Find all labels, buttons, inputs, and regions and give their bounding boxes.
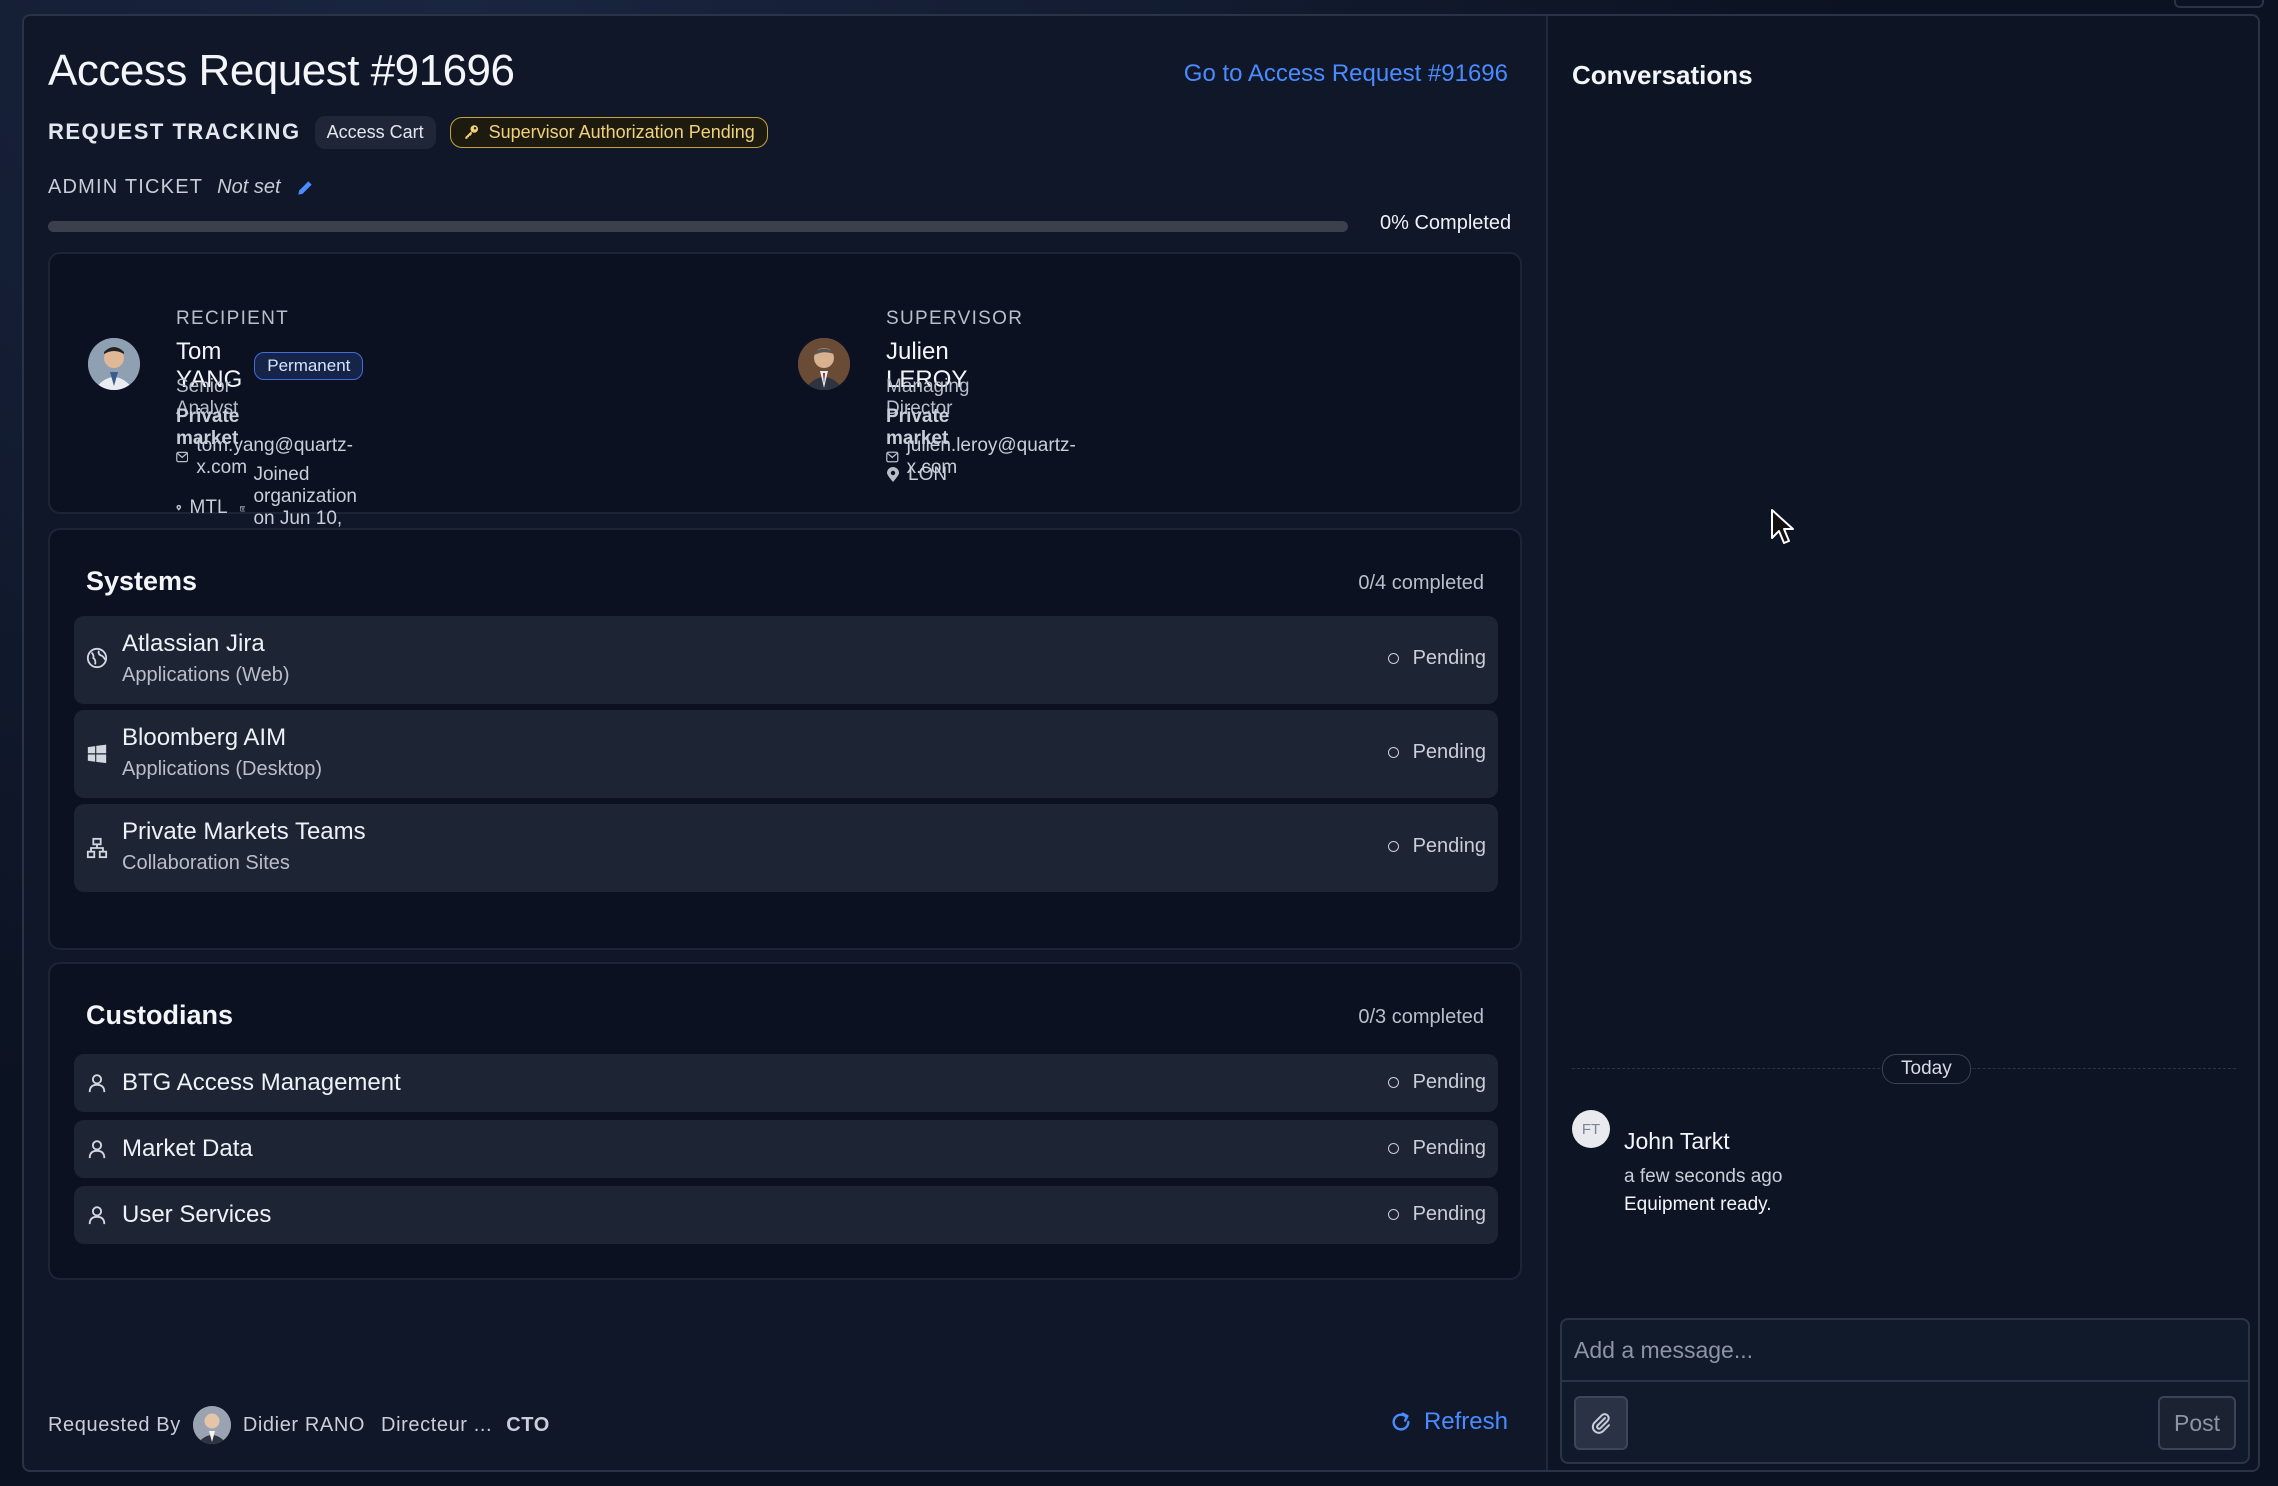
pencil-icon[interactable] bbox=[295, 178, 315, 198]
user-icon bbox=[88, 1206, 106, 1225]
requested-by-label: Requested By bbox=[48, 1413, 181, 1436]
refresh-label: Refresh bbox=[1423, 1408, 1508, 1435]
custodian-status-label: Pending bbox=[1412, 1137, 1486, 1159]
system-status-label: Pending bbox=[1412, 835, 1486, 857]
goto-request-link[interactable]: Go to Access Request #91696 bbox=[1184, 60, 1508, 88]
pending-dot-icon bbox=[1387, 1143, 1399, 1154]
location-icon bbox=[887, 467, 899, 482]
refresh-icon bbox=[1392, 1412, 1410, 1431]
windows-icon bbox=[87, 744, 107, 764]
user-icon bbox=[88, 1074, 106, 1093]
system-type: Applications (Desktop) bbox=[122, 758, 323, 780]
location-icon bbox=[176, 504, 182, 511]
status-badge-label: Supervisor Authorization Pending bbox=[488, 121, 755, 142]
systems-card: Systems 0/4 completed Atlassian Jira App… bbox=[48, 528, 1522, 950]
attach-button[interactable] bbox=[1574, 1396, 1628, 1450]
progress-label: 0% Completed bbox=[1380, 212, 1512, 234]
pending-dot-icon bbox=[1387, 653, 1399, 664]
system-status: Pending bbox=[1387, 835, 1486, 858]
supervisor-label: SUPERVISOR bbox=[886, 308, 1024, 329]
system-status-label: Pending bbox=[1412, 741, 1486, 763]
custodian-row[interactable]: User Services Pending bbox=[74, 1186, 1498, 1244]
custodian-name: BTG Access Management bbox=[122, 1069, 401, 1096]
admin-ticket-row: ADMIN TICKET Not set bbox=[48, 176, 315, 199]
pending-dot-icon bbox=[1387, 1077, 1399, 1088]
mouse-cursor-icon bbox=[1771, 509, 1794, 544]
admin-ticket-value: Not set bbox=[217, 176, 281, 198]
recipient-location: MTL bbox=[189, 497, 228, 518]
system-name: Atlassian Jira bbox=[122, 630, 265, 657]
system-status-label: Pending bbox=[1412, 647, 1486, 669]
permanent-badge: Permanent bbox=[254, 352, 364, 380]
mail-icon bbox=[886, 451, 899, 463]
message-text: Equipment ready. bbox=[1624, 1194, 1772, 1215]
key-icon bbox=[464, 125, 478, 139]
custodian-status: Pending bbox=[1387, 1203, 1486, 1226]
custodian-status-label: Pending bbox=[1412, 1071, 1486, 1093]
system-row[interactable]: Private Markets Teams Collaboration Site… bbox=[74, 804, 1498, 892]
supervisor-location: LON bbox=[908, 464, 948, 485]
message-input[interactable] bbox=[1562, 1320, 2248, 1382]
system-type: Applications (Web) bbox=[122, 664, 290, 686]
supervisor-location-row: LON bbox=[886, 464, 947, 486]
message-time: a few seconds ago bbox=[1624, 1166, 1783, 1187]
pending-dot-icon bbox=[1387, 747, 1399, 758]
paperclip-icon bbox=[1591, 1413, 1610, 1434]
system-status: Pending bbox=[1387, 741, 1486, 764]
recipient-avatar bbox=[88, 338, 140, 390]
custodians-card: Custodians 0/3 completed BTG Access Mana… bbox=[48, 962, 1522, 1280]
conversations-title: Conversations bbox=[1572, 60, 1753, 90]
custodian-name: User Services bbox=[122, 1201, 272, 1228]
custodians-count: 0/3 completed bbox=[1358, 1006, 1484, 1028]
request-details-panel: Access Request #91696 Go to Access Reque… bbox=[24, 16, 1546, 1470]
access-cart-chip: Access Cart bbox=[314, 115, 436, 149]
system-row[interactable]: Bloomberg AIM Applications (Desktop) Pen… bbox=[74, 710, 1498, 798]
supervisor-avatar bbox=[798, 338, 850, 390]
systems-count: 0/4 completed bbox=[1358, 572, 1484, 594]
custodian-status-label: Pending bbox=[1412, 1203, 1486, 1225]
top-edge-button[interactable] bbox=[2174, 0, 2264, 8]
globe-icon bbox=[86, 647, 108, 669]
systems-title: Systems bbox=[86, 566, 198, 596]
status-badge: Supervisor Authorization Pending bbox=[449, 116, 768, 148]
calendar-icon bbox=[239, 505, 246, 511]
pending-dot-icon bbox=[1387, 841, 1399, 852]
requester-avatar bbox=[192, 1406, 231, 1444]
tracking-label: REQUEST TRACKING bbox=[48, 119, 301, 144]
pending-dot-icon bbox=[1387, 1209, 1399, 1220]
system-row[interactable]: Atlassian Jira Applications (Web) Pendin… bbox=[74, 616, 1498, 704]
requester-role-short: CTO bbox=[506, 1413, 550, 1436]
refresh-button[interactable]: Refresh bbox=[1390, 1408, 1508, 1436]
access-request-modal: Access Request #91696 Go to Access Reque… bbox=[22, 14, 2260, 1472]
post-button[interactable]: Post bbox=[2158, 1396, 2236, 1450]
message-composer: Post bbox=[1560, 1318, 2250, 1464]
message-author: John Tarkt bbox=[1624, 1128, 1730, 1154]
admin-ticket-label: ADMIN TICKET bbox=[48, 176, 204, 198]
custodian-row[interactable]: BTG Access Management Pending bbox=[74, 1054, 1498, 1112]
message-author-avatar: FT bbox=[1572, 1110, 1610, 1148]
custodian-name: Market Data bbox=[122, 1135, 253, 1162]
system-name: Bloomberg AIM bbox=[122, 724, 287, 751]
requester-role: Directeur ... bbox=[381, 1413, 493, 1436]
sitemap-icon bbox=[86, 837, 108, 859]
custodian-row[interactable]: Market Data Pending bbox=[74, 1120, 1498, 1178]
system-status: Pending bbox=[1387, 647, 1486, 670]
tracking-row: REQUEST TRACKING Access Cart Supervisor … bbox=[48, 114, 768, 150]
date-divider: Today bbox=[1882, 1054, 1971, 1084]
custodian-status: Pending bbox=[1387, 1071, 1486, 1094]
progress-bar bbox=[48, 221, 1348, 232]
requester-name: Didier RANO bbox=[242, 1413, 366, 1436]
people-card: RECIPIENT Tom YANG Permanent Senior Anal… bbox=[48, 252, 1522, 551]
mail-icon bbox=[176, 451, 189, 463]
requested-by-footer: Requested By Didier RANO Directeur ... C… bbox=[48, 1406, 550, 1444]
user-icon bbox=[88, 1140, 106, 1159]
conversations-panel: Conversations Today FT John Tarkt a few … bbox=[1546, 16, 2258, 1470]
page-title: Access Request #91696 bbox=[48, 46, 515, 95]
system-name: Private Markets Teams bbox=[122, 818, 366, 845]
custodian-status: Pending bbox=[1387, 1137, 1486, 1160]
system-type: Collaboration Sites bbox=[122, 852, 290, 874]
custodians-title: Custodians bbox=[86, 1000, 234, 1030]
recipient-label: RECIPIENT bbox=[176, 308, 290, 329]
